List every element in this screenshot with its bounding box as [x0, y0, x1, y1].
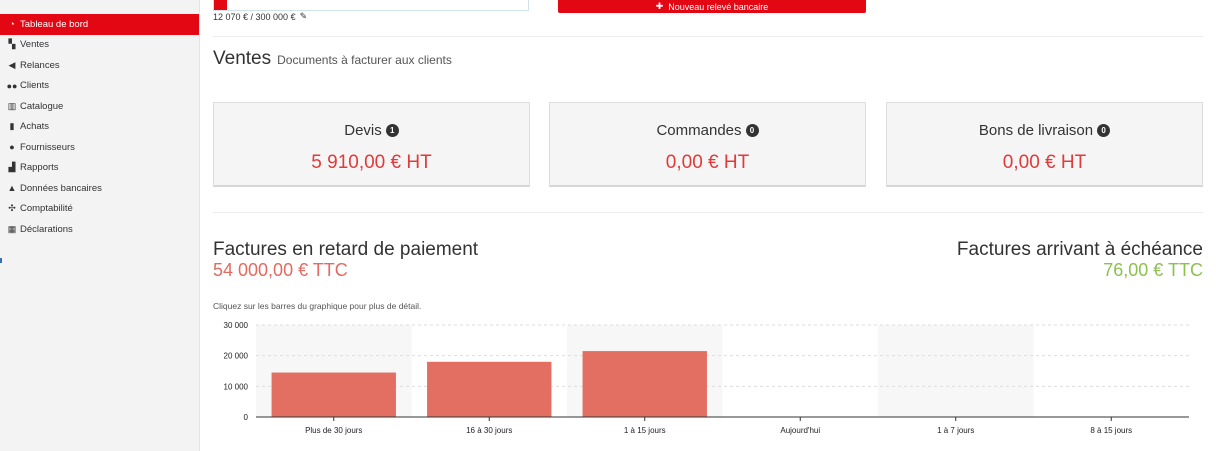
- plus-icon: ✚: [655, 1, 664, 11]
- sidebar-item-label: Achats: [20, 121, 50, 133]
- due-invoices-value: 76,00 € TTC: [1103, 260, 1203, 280]
- sidebar-item-label: Rapports: [20, 162, 59, 174]
- sidebar-item-declarations[interactable]: ▦ Déclarations: [0, 219, 199, 240]
- x-tick-label: 8 à 15 jours: [1090, 426, 1132, 435]
- divider: [213, 36, 1203, 37]
- megaphone-icon: ◀: [8, 59, 16, 70]
- chart-bar[interactable]: [427, 361, 552, 417]
- dashboard-icon: ◔: [9, 19, 15, 30]
- sidebar-item-comptabilite[interactable]: ✣ Comptabilité: [0, 199, 199, 220]
- divider: [213, 212, 1203, 213]
- sidebar-item-label: Ventes: [20, 39, 50, 51]
- sidebar-item-label: Fournisseurs: [20, 141, 75, 153]
- sales-title: Ventes: [213, 48, 272, 69]
- sidebar-item-donnees-bancaires[interactable]: ▲ Données bancaires: [0, 178, 199, 199]
- user-icon: ●: [9, 142, 15, 153]
- users-icon: ●●: [6, 80, 18, 91]
- books-icon: ▥: [7, 100, 17, 111]
- chart-hint: Cliquez sur les barres du graphique pour…: [213, 301, 422, 311]
- quotes-card[interactable]: Devis 1 5 910,00 € HT: [213, 102, 530, 187]
- count-badge: 1: [385, 124, 399, 137]
- card-value: 0,00 € HT: [665, 152, 750, 173]
- chart-bar[interactable]: [271, 372, 396, 417]
- edge-marker: [0, 258, 2, 263]
- sidebar-item-label: Clients: [20, 80, 50, 92]
- sidebar-item-label: Comptabilité: [20, 203, 73, 215]
- quota-progress-bar: [213, 0, 529, 11]
- sales-subtitle: Documents à facturer aux clients: [277, 53, 452, 67]
- invoices-bar-chart: 0 10 000 20 000 30 000 Plus de 30 jours 16 à …: [224, 321, 1189, 435]
- sidebar-item-tableau-de-bord[interactable]: ◔ Tableau de bord: [0, 14, 199, 35]
- bag-icon: ▮: [9, 121, 15, 132]
- x-tick-label: Plus de 30 jours: [305, 426, 362, 435]
- sidebar-item-rapports[interactable]: ▟ Rapports: [0, 158, 199, 179]
- network-icon: ✣: [8, 203, 16, 214]
- chart-band: [878, 325, 1034, 417]
- chart-bar[interactable]: [582, 351, 707, 417]
- y-tick-label: 20 000: [224, 352, 249, 361]
- due-invoices-title: Factures arrivant à échéance: [956, 239, 1203, 260]
- sidebar-item-label: Déclarations: [20, 223, 73, 235]
- delivery-notes-card[interactable]: Bons de livraison 0 0,00 € HT: [886, 102, 1203, 187]
- late-invoices-value: 54 000,00 € TTC: [213, 260, 348, 280]
- quota-row: 12 070 € / 300 000 € ✎: [213, 11, 307, 22]
- x-tick-label: 1 à 7 jours: [937, 426, 974, 435]
- card-label: Devis: [344, 122, 382, 139]
- quota-text: 12 070 € / 300 000 €: [213, 11, 296, 22]
- sidebar-item-label: Catalogue: [20, 100, 64, 112]
- sidebar-item-fournisseurs[interactable]: ● Fournisseurs: [0, 137, 199, 158]
- pencil-icon[interactable]: ✎: [300, 11, 308, 22]
- card-label: Commandes: [656, 122, 742, 139]
- sidebar-item-label: Relances: [20, 59, 60, 71]
- calculator-icon: ▦: [7, 223, 17, 234]
- card-value: 5 910,00 € HT: [311, 152, 432, 173]
- sidebar-item-clients[interactable]: ●● Clients: [0, 76, 199, 97]
- bank-icon: ▲: [7, 183, 17, 194]
- x-tick-label: 16 à 30 jours: [466, 426, 512, 435]
- main-content: 12 070 € / 300 000 € ✎ ✚ Nouveau relevé …: [213, 0, 1203, 451]
- x-tick-label: Aujourd'hui: [780, 426, 820, 435]
- sidebar-item-label: Tableau de bord: [20, 18, 89, 30]
- y-tick-label: 10 000: [224, 382, 249, 391]
- sales-icon: ▚: [8, 39, 16, 50]
- count-badge: 0: [745, 124, 759, 137]
- sidebar-item-label: Données bancaires: [20, 182, 102, 194]
- sidebar: ◔ Tableau de bord ▚ Ventes ◀ Relances ●● Client…: [0, 0, 200, 451]
- count-badge: 0: [1097, 124, 1111, 137]
- new-bank-statement-button[interactable]: ✚ Nouveau relevé bancaire: [558, 0, 866, 13]
- card-label: Bons de livraison: [978, 122, 1094, 139]
- sidebar-item-relances[interactable]: ◀ Relances: [0, 55, 199, 76]
- quota-progress-fill: [214, 0, 227, 10]
- y-tick-label: 30 000: [224, 321, 249, 330]
- bar-chart-icon: ▟: [8, 162, 16, 173]
- x-tick-label: 1 à 15 jours: [624, 426, 666, 435]
- sidebar-item-achats[interactable]: ▮ Achats: [0, 117, 199, 138]
- sales-section-title: Ventes Documents à facturer aux clients: [213, 48, 452, 70]
- y-tick-label: 0: [244, 413, 249, 422]
- sidebar-item-catalogue[interactable]: ▥ Catalogue: [0, 96, 199, 117]
- sidebar-item-ventes[interactable]: ▚ Ventes: [0, 35, 199, 56]
- new-bank-statement-label: Nouveau relevé bancaire: [668, 1, 769, 12]
- late-invoices-title: Factures en retard de paiement: [213, 239, 479, 260]
- orders-card[interactable]: Commandes 0 0,00 € HT: [549, 102, 866, 187]
- card-value: 0,00 € HT: [1002, 152, 1087, 173]
